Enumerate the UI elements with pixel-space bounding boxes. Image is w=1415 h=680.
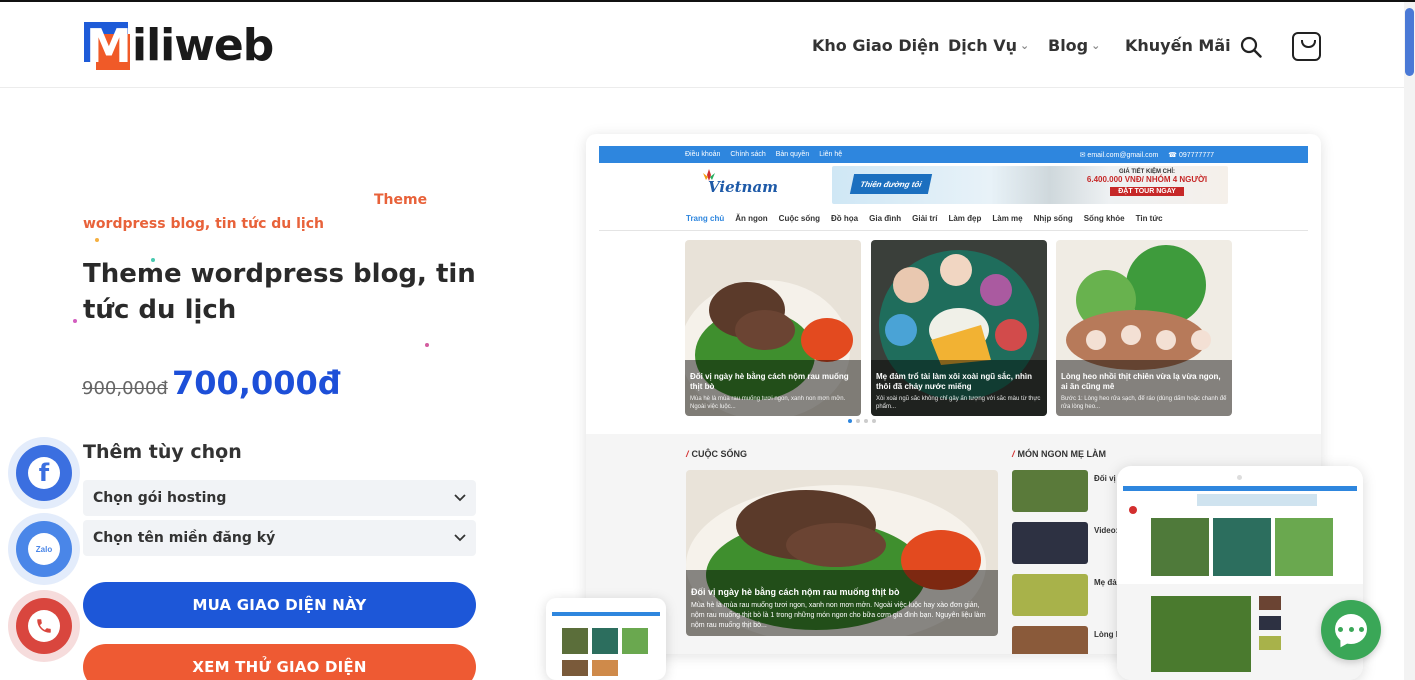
- preview-side-thumb: [1012, 574, 1088, 616]
- buy-theme-button[interactable]: MUA GIAO DIỆN NÀY: [83, 582, 476, 628]
- product-title: Theme wordpress blog, tin tức du lịch: [83, 259, 476, 325]
- nav-dich-vu[interactable]: Dịch Vụ ⌄: [948, 32, 1029, 58]
- site-logo[interactable]: M iliweb: [84, 19, 274, 73]
- options-label: Thêm tùy chọn: [83, 441, 242, 463]
- scrollbar-track[interactable]: [1404, 2, 1415, 680]
- nav-label: Dịch Vụ: [948, 35, 1017, 55]
- phone-call-button[interactable]: [8, 590, 80, 662]
- theme-preview-phone: [546, 598, 666, 680]
- old-price: 900,000đ: [82, 378, 168, 399]
- domain-select[interactable]: Chọn tên miền đăng ký: [83, 520, 476, 556]
- preview-phone: ☎ 097777777: [1168, 151, 1214, 159]
- chevron-down-icon: ⌄: [1091, 38, 1101, 52]
- theme-tag: Theme: [374, 192, 428, 208]
- page: M iliweb Kho Giao Diện Dịch Vụ ⌄ Blog ⌄ …: [0, 0, 1415, 680]
- facebook-button[interactable]: f: [8, 437, 80, 509]
- preview-side-thumb: [1012, 470, 1088, 512]
- nav-label: Blog: [1048, 35, 1089, 55]
- preview-side-thumb: [1012, 522, 1088, 564]
- nav-label: Khuyến Mãi: [1125, 35, 1231, 55]
- search-icon[interactable]: [1240, 36, 1262, 58]
- preview-topbar-link: Liên hệ: [819, 151, 843, 158]
- logo-mark: M: [84, 19, 132, 73]
- hosting-select-value: Chọn gói hosting: [93, 490, 227, 506]
- new-price: 700,000đ: [172, 364, 341, 402]
- preview-topbar-link: Chính sách: [730, 151, 766, 158]
- preview-logo: Vietnam: [698, 168, 778, 202]
- preview-featured-post: Đối vị ngày hè bằng cách nộm rau muống t…: [686, 470, 998, 636]
- logo-text: iliweb: [132, 20, 274, 71]
- preview-section-title: / MÓN NGON MẸ LÀM: [1012, 449, 1107, 459]
- cart-icon[interactable]: [1292, 32, 1321, 61]
- decor-dot: [73, 319, 77, 323]
- preview-card: Lòng heo nhồi thịt chiên vừa lạ vừa ngon…: [1056, 240, 1232, 416]
- product-category[interactable]: wordpress blog, tin tức du lịch: [83, 216, 324, 232]
- nav-label: Kho Giao Diện: [812, 35, 940, 55]
- hosting-select[interactable]: Chọn gói hosting: [83, 480, 476, 516]
- preview-topbar-link: Điều khoản: [685, 151, 721, 158]
- zalo-button[interactable]: Zalo: [8, 513, 80, 585]
- nav-khuyen-mai[interactable]: Khuyến Mãi: [1125, 32, 1231, 58]
- nav-blog[interactable]: Blog ⌄: [1048, 32, 1100, 58]
- site-header: M iliweb Kho Giao Diện Dịch Vụ ⌄ Blog ⌄ …: [0, 2, 1404, 88]
- chevron-down-icon: ⌄: [1019, 38, 1030, 52]
- chat-icon: [1338, 627, 1364, 633]
- preview-card: Mẹ đảm trổ tài làm xôi xoài ngũ sắc, nhì…: [871, 240, 1047, 416]
- phone-icon: [28, 610, 60, 642]
- preview-banner: Thiên đường tôi GIÁ TIẾT KIỆM CHỈ: 6.400…: [832, 166, 1228, 204]
- preview-side-thumb: [1012, 626, 1088, 654]
- chevron-down-icon: [454, 534, 466, 542]
- preview-section-title: / CUỘC SỐNG: [686, 449, 748, 459]
- scrollbar-thumb[interactable]: [1405, 8, 1414, 76]
- preview-card: Đối vị ngày hè bằng cách nộm rau muống t…: [685, 240, 861, 416]
- domain-select-value: Chọn tên miền đăng ký: [93, 530, 276, 546]
- nav-kho-giao-dien[interactable]: Kho Giao Diện: [812, 32, 939, 58]
- preview-carousel-dots: [848, 419, 876, 423]
- facebook-icon: f: [28, 457, 60, 489]
- preview-topbar: Điều khoản Chính sách Bản quyền Liên hệ …: [599, 146, 1308, 163]
- decor-dot: [95, 238, 99, 242]
- chevron-down-icon: [454, 494, 466, 502]
- preview-theme-button[interactable]: XEM THỬ GIAO DIỆN: [83, 644, 476, 680]
- zalo-icon: Zalo: [28, 533, 60, 565]
- decor-dot: [425, 343, 429, 347]
- preview-nav: Trang chủ Ăn ngon Cuộc sống Đồ họa Gia đ…: [686, 214, 1163, 223]
- preview-topbar-link: Bản quyền: [775, 151, 810, 158]
- preview-email: ✉ email.com@gmail.com: [1079, 151, 1159, 159]
